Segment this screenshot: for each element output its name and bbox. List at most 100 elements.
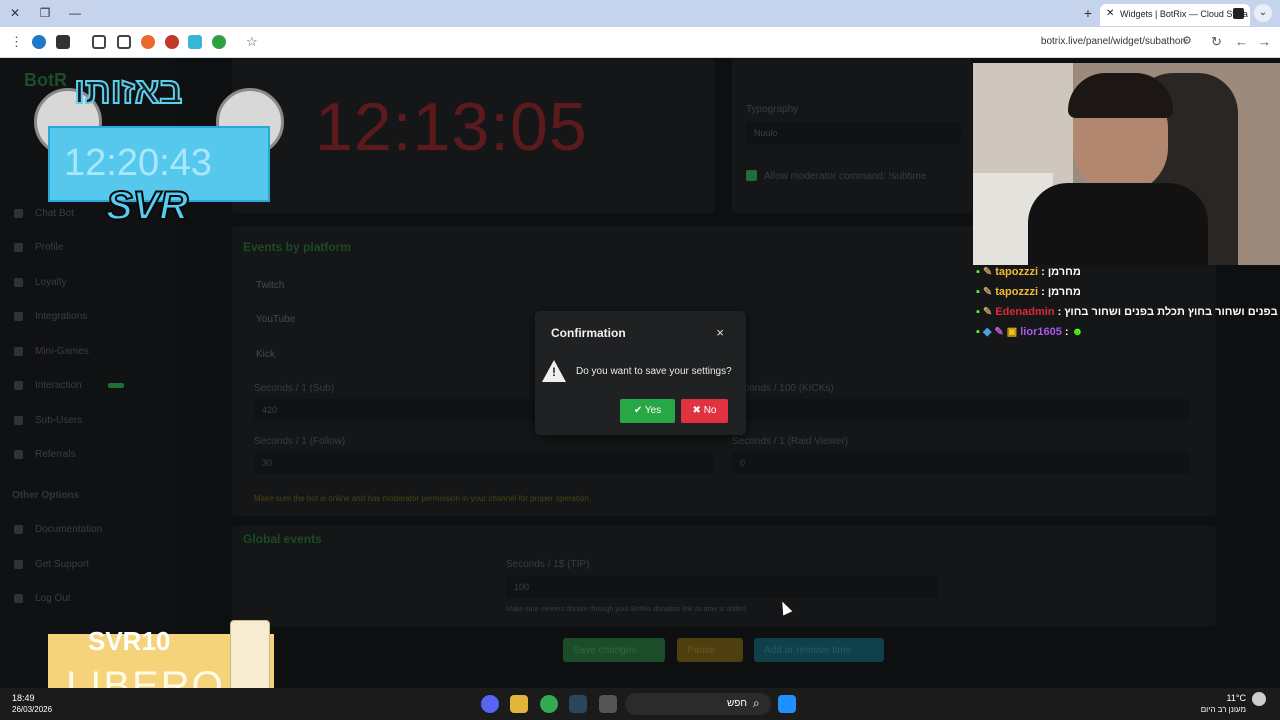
tip-seconds-input[interactable]: 100 [506,576,938,598]
moderator-command-checkbox[interactable] [746,170,757,181]
address-bar: ⋮ ☆ botrix.live/panel/widget/subathon ⚙ … [0,27,1280,58]
extension-icon[interactable] [32,35,46,49]
extensions-icon[interactable] [92,35,106,49]
no-button[interactable]: ✖ No [681,399,728,423]
platform-twitch[interactable]: Twitch [256,280,284,291]
site-settings-icon[interactable]: ⚙ [1182,34,1192,47]
dialog-close-button[interactable]: × [716,325,724,340]
taskbar-time: 18:49 [12,693,35,703]
follow-seconds-input[interactable]: 30 [254,452,714,474]
weather-text: מעונן רב היום [1200,705,1246,714]
search-placeholder: חפש [727,698,747,709]
referral-icon [14,449,23,459]
sidebar-item-referrals[interactable]: Referrals [14,449,76,460]
sidebar-item-logout[interactable]: Log Out [14,593,71,604]
webcam-feed [973,63,1280,265]
chat-username: tapozzzi [995,286,1039,298]
extension-icon[interactable] [212,35,226,49]
sidebar-item-loyalty[interactable]: Loyalty [14,277,67,288]
window-restore-icon[interactable]: ❐ [36,5,54,21]
tip-seconds-label: Seconds / 1$ (TIP) [506,559,590,570]
badge-icon: ✎ [982,266,993,278]
follow-seconds-label: Seconds / 1 (Follow) [254,436,346,447]
extension-icon[interactable] [56,35,70,49]
add-remove-time-button[interactable]: Add or remove time [754,638,884,662]
sidebar-item-support[interactable]: Get Support [14,559,89,570]
kick-icon: ▪ [976,266,980,278]
sidebar-item-mini-games[interactable]: Mini-Games [14,346,89,357]
chat-message: ▪ ✎ tapozzzi : מחרמן [976,262,1280,282]
badge-icon: ▣ [1006,326,1018,338]
confirmation-dialog: Confirmation × ! Do you want to save you… [535,311,746,435]
plug-icon [14,311,23,321]
url-field[interactable]: botrix.live/panel/widget/subathon [1041,36,1186,47]
taskbar-search[interactable]: חפש ⌕ [625,693,771,715]
new-tab-button[interactable]: + [1084,5,1092,21]
chrome-icon[interactable] [540,695,558,713]
app-icon[interactable] [510,695,528,713]
sidebar-item-integrations[interactable]: Integrations [14,311,87,322]
extension-icon[interactable] [141,35,155,49]
chat-message: ▪ ✎ tapozzzi : מחרמן [976,282,1280,302]
steam-icon[interactable] [569,695,587,713]
dialog-title: Confirmation [551,326,626,340]
check-icon: ✔ [633,405,643,416]
windows-start-icon[interactable] [778,695,796,713]
bookmark-star-icon[interactable]: ☆ [246,34,258,50]
pause-button[interactable]: Pause [677,638,743,662]
extension-icon[interactable] [188,35,202,49]
trophy-icon [14,277,23,287]
reload-icon[interactable]: ↻ [1211,34,1222,50]
sidebar-item-profile[interactable]: Profile [14,242,63,253]
chat-text: : [1064,326,1069,338]
warning-icon: ! [542,360,566,382]
tab-title: Widgets | BotRix — Cloud Strea [1120,9,1248,19]
taskbar: 18:49 26/03/2026 חפש ⌕ 11°C מעונן רב היו… [0,688,1280,720]
menu-icon[interactable]: ⋮ [10,34,23,50]
explorer-icon[interactable] [599,695,617,713]
sidebar-item-interaction[interactable]: Interaction [14,380,124,391]
typography-select[interactable]: Nuulo [746,122,961,144]
tabs-icon[interactable] [117,35,131,49]
badge-icon: ◆ [982,326,992,338]
sidebar-item-documentation[interactable]: Documentation [14,524,102,535]
chat-text: : מחרמן [1041,286,1081,298]
tab-search-button[interactable]: ⌄ [1254,4,1272,22]
user-icon [14,242,23,252]
stream-logo-overlay: באזותו 12:20:43 SVR [34,66,284,232]
browser-tab[interactable]: ✕ Widgets | BotRix — Cloud Strea [1100,4,1250,26]
preview-clock: 12:13:05 [315,89,588,165]
tab-close-icon[interactable]: ✕ [1106,8,1114,19]
weather-icon[interactable] [1252,692,1266,706]
weather-temp: 11°C [1226,693,1246,703]
new-badge [107,382,124,388]
raid-seconds-input[interactable]: 0 [732,452,1190,474]
raid-seconds-label: Seconds / 1 (Raid Viewer) [732,436,848,447]
kicks-seconds-input[interactable]: 0 [732,399,1190,421]
discord-icon[interactable] [481,695,499,713]
extension-icon[interactable] [165,35,179,49]
sidebar-item-sub-users[interactable]: Sub-Users [14,415,82,426]
badge-icon: ✎ [994,326,1004,338]
emote-icon: ☻ [1071,326,1084,338]
platform-kick[interactable]: Kick [256,349,275,360]
tip-note: Make sure viewers donate through your Bo… [506,606,748,613]
yes-button[interactable]: ✔ Yes [620,399,675,423]
kicks-seconds-label: Seconds / 100 (KICKs) [732,383,834,394]
save-changes-button[interactable]: Save changes [563,638,665,662]
forward-icon[interactable]: → [1258,34,1271,49]
back-icon[interactable]: ← [1235,34,1248,49]
bot-note: Make sure the bot is online and has mode… [254,494,592,503]
badge-icon: ✎ [982,306,993,318]
platform-youtube[interactable]: YouTube [256,314,295,325]
window-close-icon[interactable]: ✕ [6,5,24,21]
users-icon [14,415,23,425]
overlay-brand: SVR [105,183,189,229]
typography-panel: Typography Nuulo Allow moderator command… [732,58,972,213]
hebrew-title: באזותו [73,69,183,112]
chat-username: Edenadmin [995,306,1055,318]
tab-favicon-icon [1233,8,1244,19]
chat-overlay: ▪ ✎ tapozzzi : מחרמן ▪ ✎ tapozzzi : מחרמ… [976,262,1280,342]
x-icon: ✖ [692,405,701,416]
window-minimize-icon[interactable]: — [66,5,84,21]
